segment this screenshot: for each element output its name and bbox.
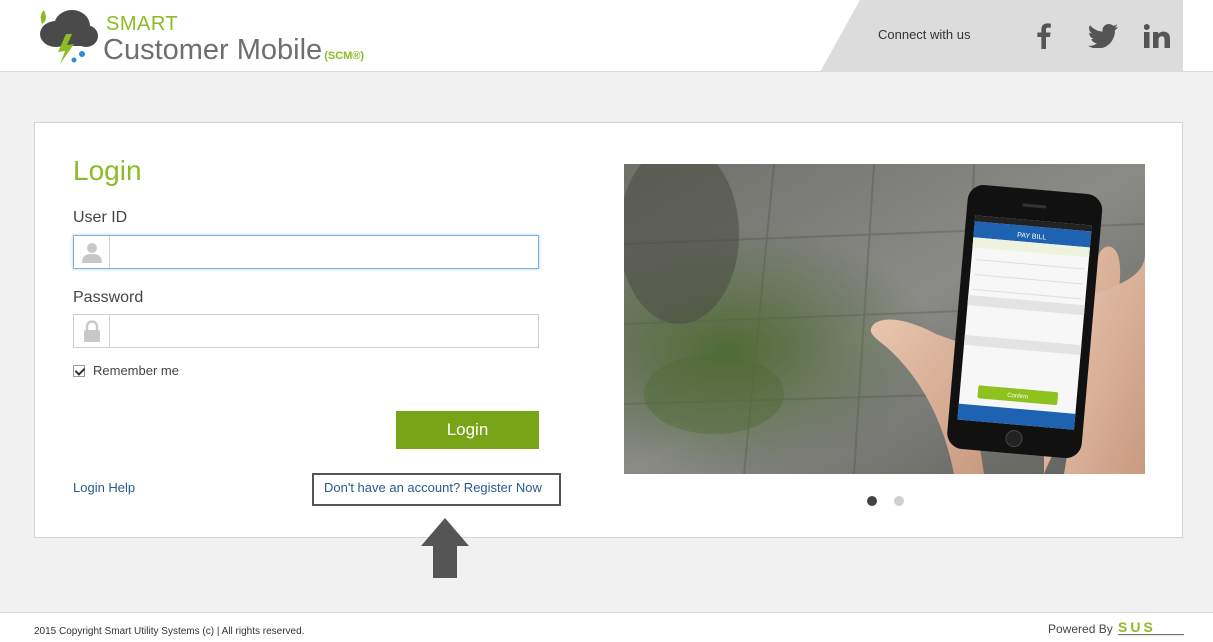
- register-link[interactable]: Don't have an account? Register Now: [324, 480, 542, 495]
- phone-hand-photo: PAY BILL Confirm: [624, 164, 1145, 474]
- logo[interactable]: SMART Customer Mobile (SCM®): [36, 6, 376, 66]
- copyright-text: 2015 Copyright Smart Utility Systems (c)…: [34, 626, 305, 637]
- user-icon: [74, 236, 110, 268]
- sus-logo-text: SUS: [1118, 620, 1156, 635]
- social-band: [820, 0, 1183, 72]
- brand-small-text: SMART: [106, 13, 179, 35]
- login-help-link[interactable]: Login Help: [73, 480, 135, 495]
- powered-by-label: Powered By: [1048, 622, 1113, 636]
- facebook-icon[interactable]: [1032, 18, 1056, 54]
- sus-logo-icon: SUS: [1118, 620, 1184, 636]
- login-button[interactable]: Login: [396, 411, 539, 449]
- password-input[interactable]: [111, 315, 538, 347]
- password-field[interactable]: [73, 314, 539, 348]
- twitter-icon[interactable]: [1087, 18, 1119, 54]
- connect-label: Connect with us: [878, 27, 971, 42]
- brand-suffix: (SCM®): [324, 50, 365, 62]
- brand-title-text: Customer Mobile: [103, 34, 323, 66]
- user-id-field[interactable]: [73, 235, 539, 269]
- remember-me[interactable]: Remember me: [73, 363, 179, 378]
- carousel-dot-1[interactable]: [867, 496, 877, 506]
- user-id-input[interactable]: [111, 236, 538, 268]
- remember-checkbox[interactable]: [73, 364, 85, 377]
- user-id-label: User ID: [73, 209, 128, 226]
- login-panel: Login User ID Password Remember me Login…: [34, 122, 1183, 538]
- login-title: Login: [73, 155, 142, 186]
- site-footer: 2015 Copyright Smart Utility Systems (c)…: [0, 612, 1213, 642]
- up-arrow-icon: [421, 518, 469, 578]
- remember-label: Remember me: [93, 363, 179, 378]
- password-label: Password: [73, 289, 144, 306]
- brand-title: Customer Mobile (SCM®): [103, 34, 364, 67]
- linkedin-icon[interactable]: [1143, 18, 1171, 54]
- carousel-image: PAY BILL Confirm: [624, 164, 1145, 474]
- carousel-dot-2[interactable]: [894, 496, 904, 506]
- site-header: SMART Customer Mobile (SCM®) Connect with…: [0, 0, 1213, 72]
- lock-icon: [74, 315, 110, 347]
- storm-cloud-logo-icon: [40, 10, 98, 64]
